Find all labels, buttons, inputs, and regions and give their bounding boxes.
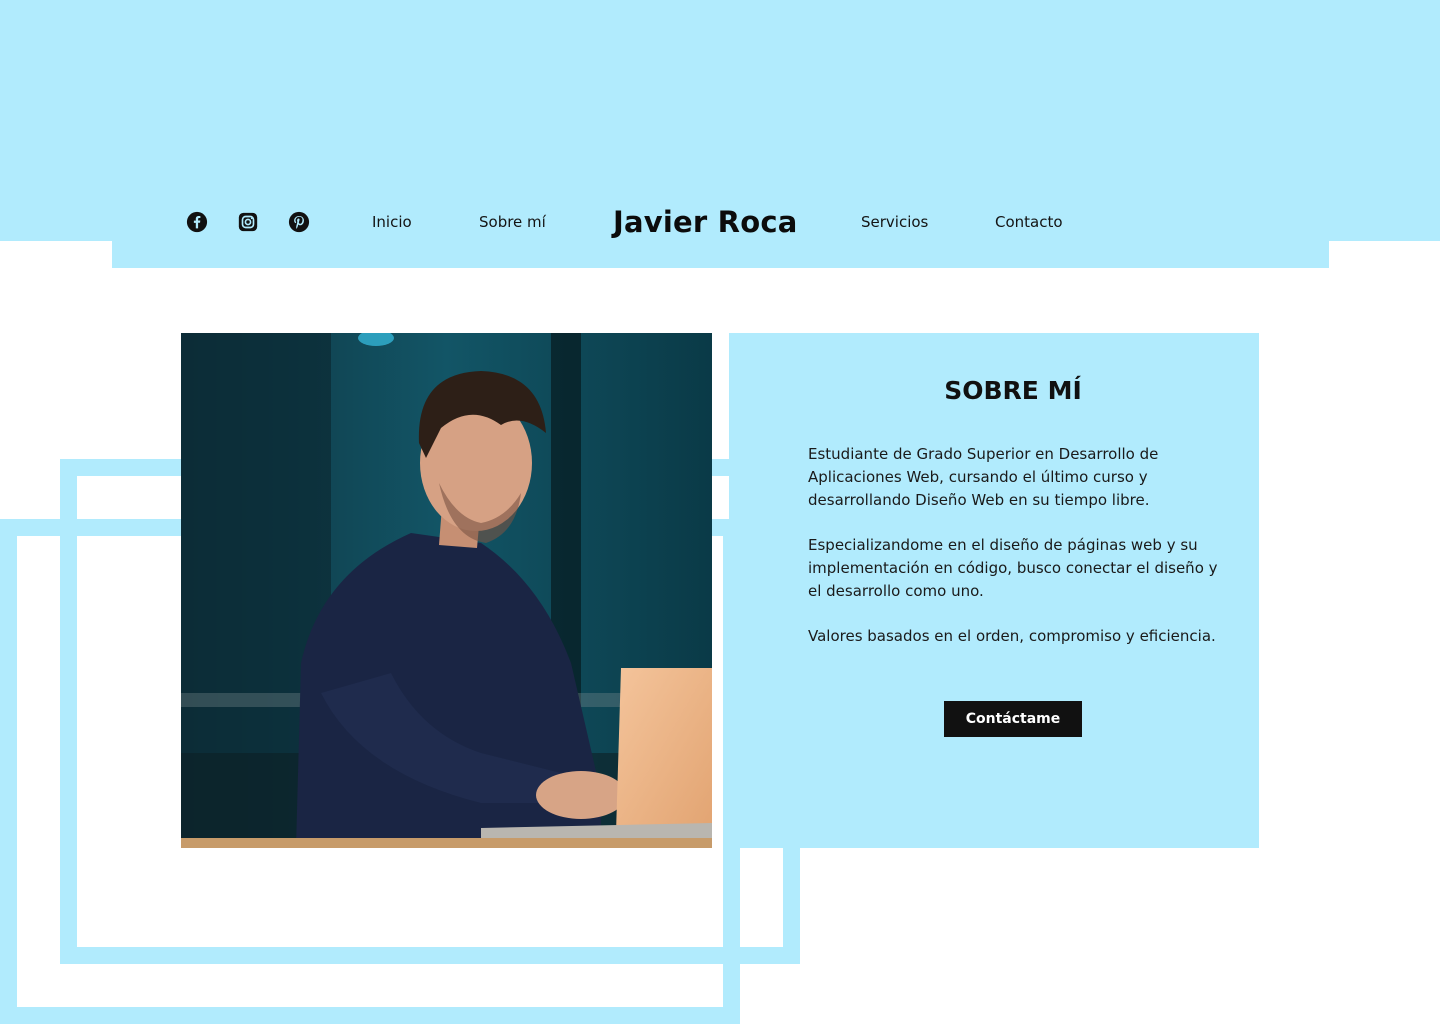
nav-link-servicios[interactable]: Servicios — [861, 211, 928, 233]
about-paragraph: Valores basados en el orden, compromiso … — [808, 627, 1216, 645]
contact-button[interactable]: Contáctame — [944, 701, 1082, 737]
about-card: SOBRE MÍ Estudiante de Grado Superior en… — [729, 333, 1259, 848]
nav-link-sobre-mi[interactable]: Sobre mí — [479, 211, 546, 233]
nav-link-contacto[interactable]: Contacto — [995, 211, 1063, 233]
facebook-icon[interactable] — [186, 211, 208, 233]
pinterest-icon[interactable] — [288, 211, 310, 233]
about-paragraph: Especializandome en el diseño de páginas… — [808, 536, 1218, 600]
instagram-icon[interactable] — [237, 211, 259, 233]
nav-link-inicio[interactable]: Inicio — [372, 211, 412, 233]
brand-name[interactable]: Javier Roca — [613, 203, 797, 241]
about-title: SOBRE MÍ — [944, 376, 1082, 405]
profile-photo — [181, 333, 712, 848]
about-paragraph: Estudiante de Grado Superior en Desarrol… — [808, 445, 1159, 509]
